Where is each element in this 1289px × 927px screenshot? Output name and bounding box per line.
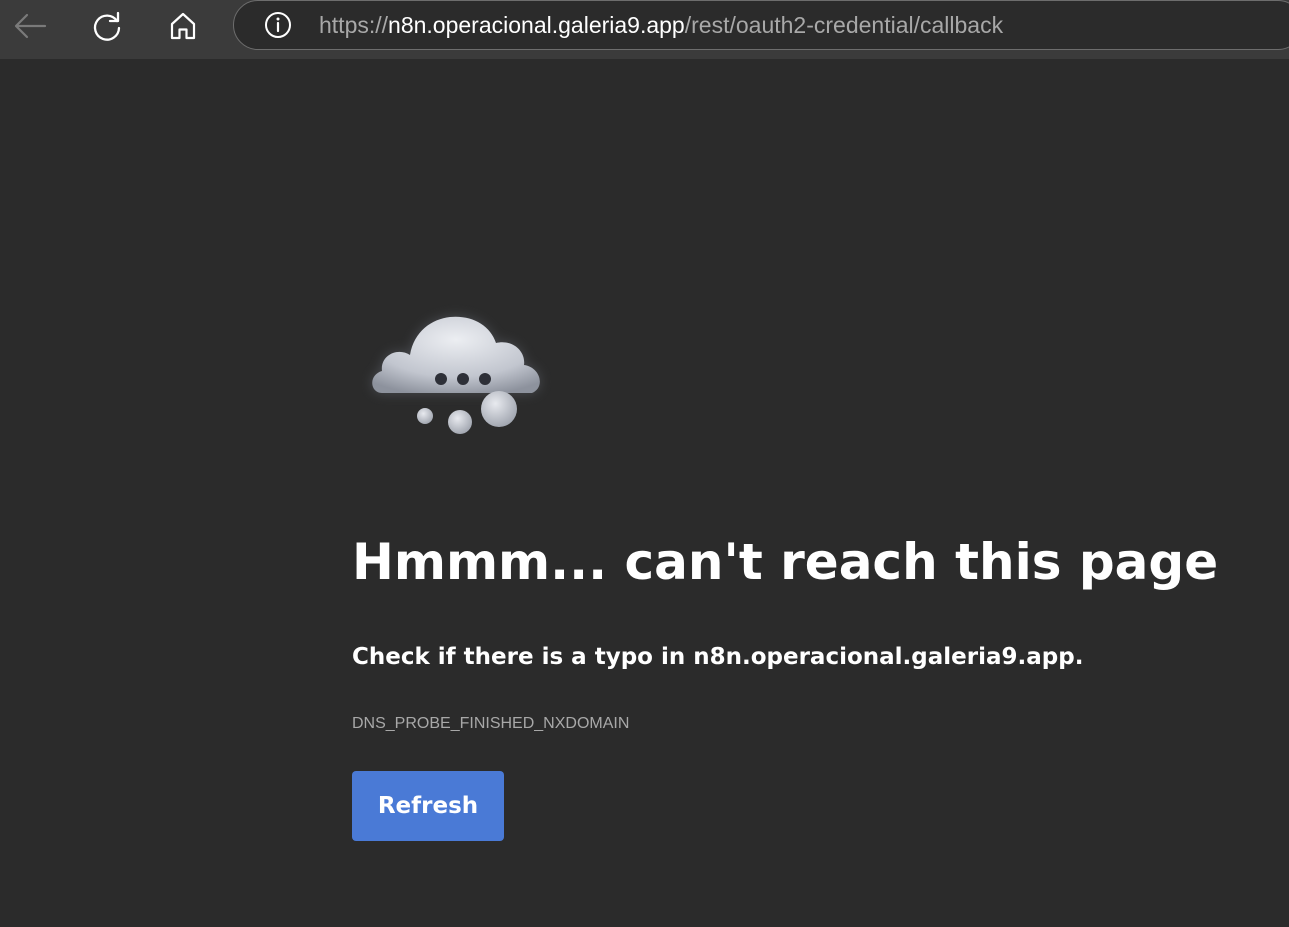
reload-button[interactable] bbox=[87, 6, 127, 46]
address-bar[interactable]: https://n8n.operacional.galeria9.app/res… bbox=[233, 0, 1289, 50]
home-icon bbox=[170, 12, 196, 40]
refresh-button[interactable]: Refresh bbox=[352, 771, 504, 841]
home-button[interactable] bbox=[163, 6, 203, 46]
back-arrow-icon bbox=[14, 13, 47, 39]
browser-toolbar: https://n8n.operacional.galeria9.app/res… bbox=[0, 0, 1289, 59]
error-description: Check if there is a typo in n8n.operacio… bbox=[352, 644, 1084, 670]
url-scheme: https:// bbox=[319, 12, 389, 38]
refresh-icon bbox=[93, 11, 121, 41]
url-text[interactable]: https://n8n.operacional.galeria9.app/res… bbox=[319, 11, 1003, 39]
back-button[interactable] bbox=[10, 6, 50, 46]
url-path: /rest/oauth2-credential/callback bbox=[684, 12, 1004, 38]
page-title: Hmmm... can't reach this page bbox=[352, 533, 1219, 591]
cloud-thinking-icon bbox=[372, 316, 540, 434]
error-code: DNS_PROBE_FINISHED_NXDOMAIN bbox=[352, 715, 630, 732]
info-icon[interactable] bbox=[264, 11, 292, 39]
url-host: n8n.operacional.galeria9.app bbox=[388, 12, 685, 38]
error-page: Hmmm... can't reach this page Check if t… bbox=[0, 59, 1289, 927]
